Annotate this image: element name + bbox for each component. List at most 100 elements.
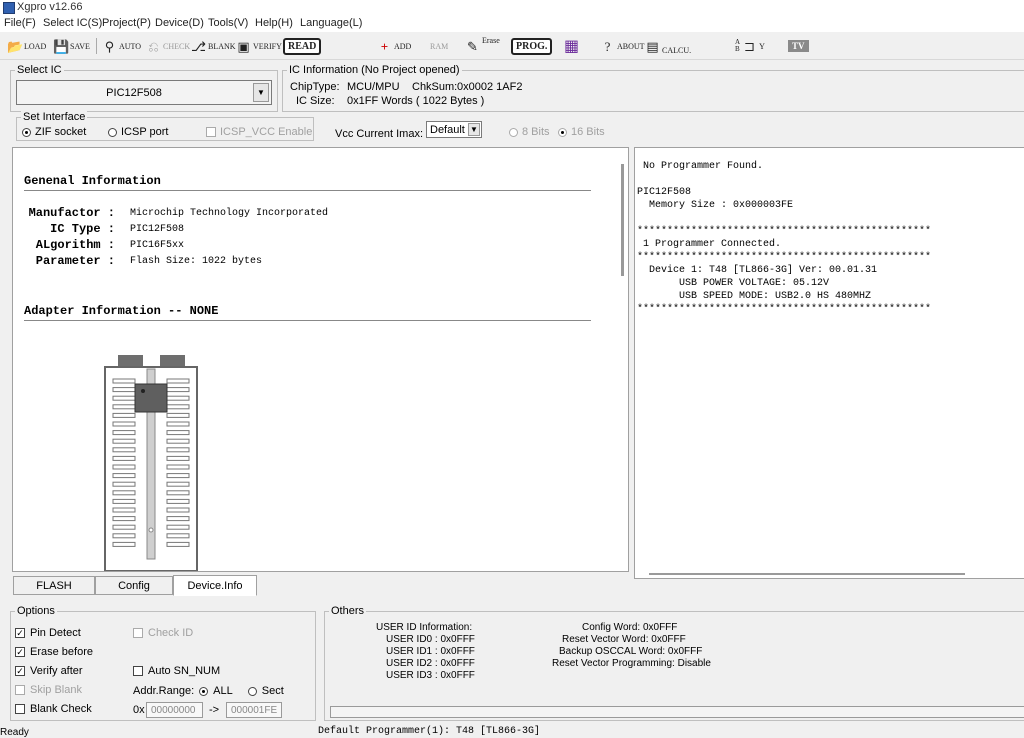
panel-scrollbar-thumb[interactable] [621,164,624,276]
divider [24,320,591,321]
chevron-down-icon[interactable]: ▼ [468,123,480,136]
socket-pin [112,507,136,513]
plus-icon: + [380,38,389,54]
menu-help[interactable]: Help(H) [255,17,293,29]
skip-blank-checkbox[interactable]: Skip Blank [15,684,82,696]
user-id0: USER ID0 : 0x0FFF [386,634,475,645]
logic-test-button[interactable]: AB ⊐ Y [735,36,765,56]
log-line: ****************************************… [637,304,932,315]
zif-socket-radio[interactable]: ZIF socket [22,126,86,138]
blank-check-checkbox[interactable]: Blank Check [15,703,92,715]
16-bits-radio[interactable]: 16 Bits [558,126,605,138]
log-line: Memory Size : 0x000003FE [637,200,794,211]
socket-pin [166,524,190,530]
progress-bar [330,706,1024,718]
socket-pin [112,524,136,530]
ic-select-combo[interactable]: PIC12F508 ▼ [16,80,272,105]
log-hscrollbar-thumb[interactable] [649,573,965,575]
socket-pin [112,481,136,487]
algorithm-value: PIC16F5xx [130,240,185,251]
socket-pin [166,395,190,401]
icsp-vcc-checkbox[interactable]: ICSP_VCC Enable [206,126,312,138]
status-ready: Ready [0,727,29,738]
check-id-checkbox[interactable]: Check ID [133,627,193,639]
menu-bar: File(F) Select IC(S) Project(P) Device(D… [0,16,1024,32]
device-info-panel: Genenal Information Manufactor : Microch… [12,147,629,572]
calcu-button[interactable]: ▤ CALCU. [645,36,691,56]
erase-button[interactable]: ✎ Erase [465,36,500,56]
socket-pin [166,412,190,418]
socket-pin [166,516,190,522]
prog-button[interactable]: PROG. [511,36,553,56]
chip-icon-button[interactable]: ▦ [564,36,579,56]
read-button[interactable]: READ [283,36,322,56]
socket-pin [166,541,190,547]
blank-button[interactable]: ⎇ BLANK [191,36,236,56]
menu-language[interactable]: Language(L) [300,17,362,29]
socket-pin [112,421,136,427]
ram-button[interactable]: RAM [430,36,448,56]
floppy-icon: 💾 [53,38,70,54]
parameter-value: Flash Size: 1022 bytes [130,256,263,267]
tab-flash[interactable]: FLASH [13,576,95,595]
addr-to-input[interactable]: 000001FE [226,702,282,718]
checkbox-unchecked-icon [133,628,143,638]
verify-button[interactable]: ▣ VERIFY [236,36,282,56]
eraser-icon: ✎ [467,38,478,54]
socket-pin [166,533,190,539]
menu-device[interactable]: Device(D) [155,17,204,29]
checkbox-unchecked-icon [15,685,25,695]
radio-unchecked-icon [509,127,518,137]
logic-gate-icon: ⊐ [744,38,756,54]
pin-detect-checkbox[interactable]: ✓ Pin Detect [15,627,81,639]
log-line: No Programmer Found. [643,161,764,172]
vcc-current-select[interactable]: Default ▼ [426,121,482,138]
socket-pin [166,507,190,513]
socket-pin [112,412,136,418]
folder-icon: 📂 [7,38,24,54]
socket-pin [166,490,190,496]
chip-type-value: MCU/MPU [347,81,400,93]
add-button[interactable]: + ADD [377,36,412,56]
addr-sect-radio[interactable] [247,686,257,696]
parameter-label: Parameter : [35,254,115,268]
ic-type-value: PIC12F508 [130,224,185,235]
menu-tools[interactable]: Tools(V) [208,17,248,29]
toolbar: 📂 LOAD 💾 SAVE ⚲ AUTO ⎌ CHECK ⎇ BLANK ▣ VERIFY … [0,32,1024,60]
menu-select-ic[interactable]: Select IC(S) [43,17,102,29]
about-button[interactable]: ? ABOUT [600,36,645,56]
question-icon: ? [604,38,611,54]
socket-pin [112,516,136,522]
addr-all-radio[interactable] [199,686,209,696]
log-line: ****************************************… [637,252,932,263]
save-button[interactable]: 💾 SAVE [53,36,90,56]
tab-device-info[interactable]: Device.Info [173,575,257,596]
check-button[interactable]: ⎌ CHECK [146,36,190,56]
icsp-port-radio[interactable]: ICSP port [108,126,169,138]
verify-after-checkbox[interactable]: ✓ Verify after [15,665,83,677]
socket-pin [112,473,136,479]
adapter-info-heading: Adapter Information -- NONE [24,304,219,318]
erase-before-checkbox[interactable]: ✓ Erase before [15,646,93,658]
log-line: 1 Programmer Connected. [637,239,782,250]
menu-file[interactable]: File(F) [4,17,36,29]
ic-size-label: IC Size: [296,95,335,107]
app-icon [3,2,15,14]
addr-from-input[interactable]: 00000000 [146,702,203,718]
socket-pin [166,421,190,427]
tab-config[interactable]: Config [95,576,173,595]
8-bits-radio[interactable]: 8 Bits [509,126,550,138]
tv-button[interactable]: TV [788,36,809,56]
load-button[interactable]: 📂 LOAD [7,36,46,56]
title-bar: Xgpro v12.66 [0,0,1024,16]
log-line: ****************************************… [637,226,932,237]
verify-icon: ▣ [237,38,250,54]
radio-checked-icon [22,127,31,137]
auto-button[interactable]: ⚲ AUTO [102,36,141,56]
status-programmer: Default Programmer(1): T48 [TL866-3G] [318,726,541,737]
chevron-down-icon[interactable]: ▼ [253,83,269,102]
reset-vector-programming: Reset Vector Programming: Disable [552,658,711,669]
reset-vector-word: Reset Vector Word: 0x0FFF [562,634,686,645]
menu-project[interactable]: Project(P) [102,17,151,29]
auto-sn-checkbox[interactable]: Auto SN_NUM [133,665,220,677]
